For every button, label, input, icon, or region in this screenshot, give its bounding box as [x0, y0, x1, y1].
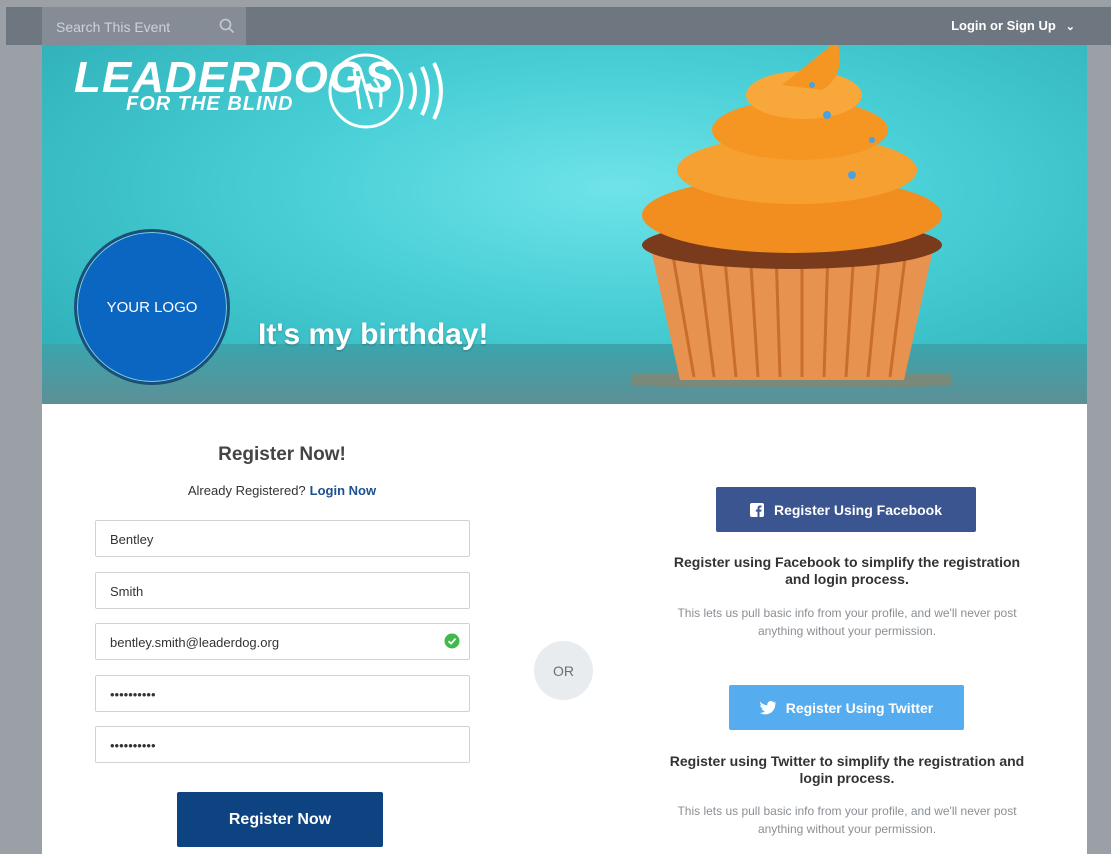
or-label: OR — [553, 662, 574, 679]
or-divider: OR — [534, 641, 593, 700]
facebook-privacy-note: This lets us pull basic info from your p… — [677, 606, 1017, 638]
already-registered-text: Already Registered? — [187, 483, 306, 498]
already-registered: Already Registered? Login Now — [42, 483, 522, 498]
search-input[interactable] — [54, 16, 218, 38]
register-now-button[interactable]: Register Now — [177, 792, 383, 847]
password-field[interactable] — [95, 675, 470, 712]
email-field[interactable] — [95, 623, 470, 660]
register-title: Register Now! — [218, 444, 346, 465]
search-box[interactable] — [42, 7, 246, 45]
first-name-input[interactable] — [108, 529, 442, 549]
search-icon[interactable] — [218, 17, 236, 35]
first-name-field[interactable] — [95, 520, 470, 557]
login-now-link[interactable]: Login Now — [310, 483, 376, 498]
valid-check-icon — [444, 633, 460, 649]
email-input[interactable] — [108, 632, 442, 652]
facebook-button-label: Register Using Facebook — [773, 501, 943, 518]
register-facebook-button[interactable]: Register Using Facebook — [716, 487, 976, 532]
top-bar: Login or Sign Up ⌄ — [6, 7, 1111, 45]
logo-text: YOUR LOGO — [106, 298, 198, 316]
twitter-privacy-note: This lets us pull basic info from your p… — [677, 804, 1017, 836]
cupcake-image — [632, 45, 952, 388]
registration-panel: Register Now! Already Registered? Login N… — [42, 404, 1087, 854]
hero-headline: It's my birthday! — [258, 318, 489, 351]
register-twitter-button[interactable]: Register Using Twitter — [729, 685, 964, 730]
confirm-password-field[interactable] — [95, 726, 470, 763]
guide-dog-emblem-icon — [328, 53, 443, 129]
login-signup-menu[interactable]: Login or Sign Up ⌄ — [951, 18, 1075, 33]
confirm-password-input[interactable] — [108, 735, 442, 755]
chevron-down-icon: ⌄ — [1065, 21, 1075, 33]
last-name-field[interactable] — [95, 572, 470, 609]
your-logo-placeholder: YOUR LOGO — [74, 229, 230, 385]
password-input[interactable] — [108, 684, 442, 704]
twitter-icon — [759, 700, 776, 714]
twitter-button-label: Register Using Twitter — [785, 699, 934, 716]
hero-banner: LEADERDOGS FOR THE BLIND YOUR LOGO It's … — [42, 45, 1087, 404]
twitter-promo-text: Register using Twitter to simplify the r… — [669, 753, 1025, 786]
facebook-promo-text: Register using Facebook to simplify the … — [673, 554, 1021, 587]
login-signup-label: Login or Sign Up — [951, 18, 1056, 33]
last-name-input[interactable] — [108, 581, 442, 601]
facebook-icon — [749, 502, 764, 517]
